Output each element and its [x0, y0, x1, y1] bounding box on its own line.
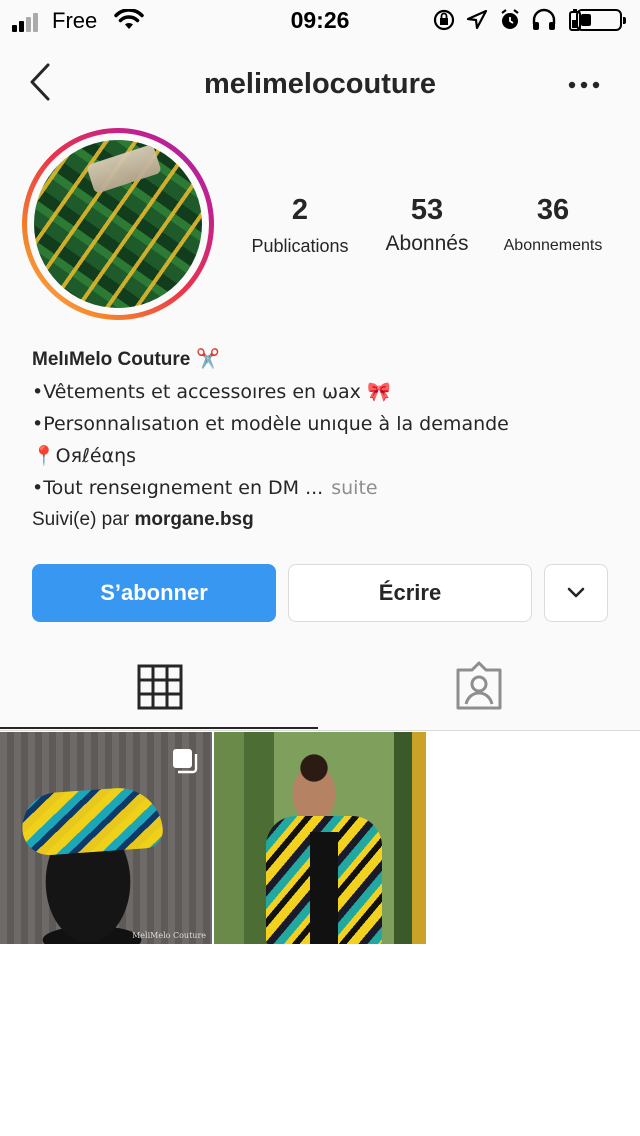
follow-button[interactable]: S’abonner — [32, 564, 276, 622]
bio-name-line: MelıMelo Couture ✂️ — [32, 343, 622, 376]
followers-label: Abonnés — [385, 232, 469, 255]
followed-by-prefix: Suivi(e) par — [32, 509, 130, 530]
tab-tagged[interactable] — [320, 650, 640, 730]
location-icon — [466, 8, 488, 37]
tab-divider — [0, 730, 640, 731]
post-thumbnail[interactable] — [214, 732, 426, 944]
profile-avatar[interactable] — [22, 128, 214, 320]
pin-icon: 📍 — [32, 445, 56, 467]
following-label: Abonnements — [503, 237, 603, 254]
message-button[interactable]: Écrire — [288, 564, 532, 622]
chevron-down-icon — [567, 587, 585, 598]
post-thumbnail[interactable]: MeliMelo Couture — [0, 732, 212, 944]
profile-username: melimelocouture — [203, 68, 437, 100]
avatar-image — [34, 140, 202, 308]
bio-line-4-text: •Tout renseıgnement en DM ... — [32, 477, 324, 499]
stat-publications[interactable]: 2 Publications — [240, 192, 360, 260]
rotation-lock-icon — [432, 8, 456, 37]
status-icons — [432, 8, 588, 37]
bio-location: Oяℓéαηѕ — [55, 445, 137, 467]
bio-line-1: •Vêtements et accessoıres en ωax 🎀 — [32, 376, 622, 408]
bio-line-3: 📍Oяℓéαηѕ — [32, 440, 622, 472]
more-dots-icon — [568, 81, 600, 89]
headphones-icon — [531, 8, 557, 37]
stat-following[interactable]: 36 Abonnements — [494, 192, 612, 260]
post-watermark: MeliMelo Couture — [132, 931, 206, 940]
tab-grid[interactable] — [0, 650, 318, 730]
publications-label: Publications — [251, 236, 349, 256]
followed-by-line: Suivi(e) par morgane.bsg — [32, 504, 622, 536]
back-button[interactable] — [26, 62, 56, 102]
followed-by-user[interactable]: morgane.bsg — [134, 509, 253, 530]
active-tab-indicator — [0, 727, 318, 729]
stat-followers[interactable]: 53 Abonnés — [368, 192, 486, 258]
publications-count: 2 — [291, 194, 309, 226]
bio-name: MelıMelo Couture — [32, 349, 191, 370]
profile-bio: MelıMelo Couture ✂️ •Vêtements et access… — [32, 343, 622, 536]
headband-image — [20, 785, 164, 857]
tagged-person-icon — [456, 661, 502, 710]
bio-line-2: •Personnalısatıon et modèle unıque à la … — [32, 413, 509, 435]
followers-count: 53 — [410, 194, 444, 226]
suggested-dropdown-button[interactable] — [544, 564, 608, 622]
chevron-left-icon — [30, 63, 50, 101]
bio-line-4: •Tout renseıgnement en DM ... suite — [32, 472, 622, 504]
more-options-button[interactable] — [566, 72, 606, 98]
bio-line-1-text: •Vêtements et accessoıres en ωax — [32, 381, 361, 403]
battery-icon — [576, 9, 626, 31]
carousel-icon — [173, 749, 198, 774]
ribbon-icon: 🎀 — [366, 381, 391, 403]
bio-more-link[interactable]: suite — [331, 477, 377, 499]
status-bar: Free 09:26 — [0, 0, 640, 42]
following-count: 36 — [536, 194, 570, 226]
scissors-icon: ✂️ — [196, 348, 221, 370]
grid-icon — [137, 664, 183, 710]
alarm-icon — [499, 8, 521, 37]
